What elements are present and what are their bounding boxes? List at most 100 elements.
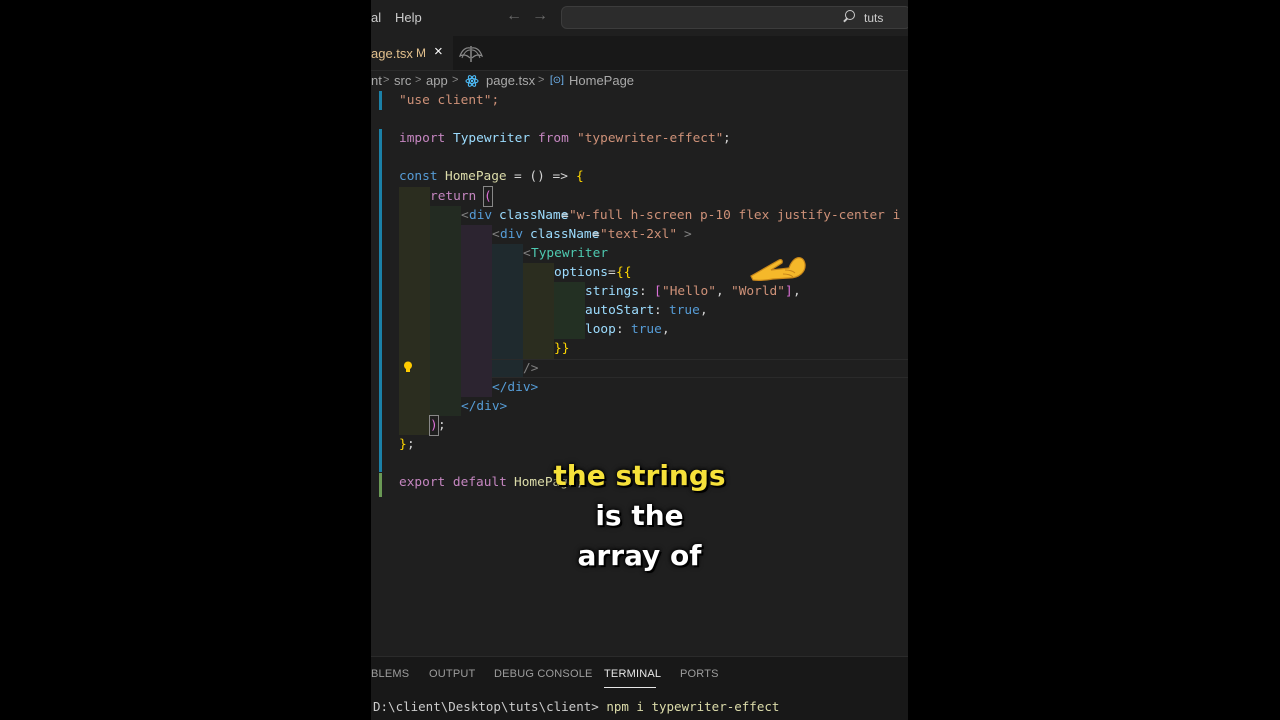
react-icon [465,75,479,87]
code-line: < div className = "w-full h-screen p-10 … [371,206,900,225]
modified-indicator: M [416,46,426,60]
breadcrumb-separator: > [538,74,545,86]
pointing-hand-icon [750,257,806,282]
code-token: "w-full h-screen p-10 flex justify-cente… [569,208,901,223]
terminal-output[interactable]: D:\client\Desktop\tuts\client> npm i typ… [373,699,779,714]
breadcrumb-item-src[interactable]: src [394,73,411,88]
search-text: tuts [864,11,884,25]
code-token: ; [438,418,446,433]
code-token: true [669,303,700,318]
code-line: import Typewriter from "typewriter-effec… [371,129,731,148]
code-token: {{ [616,265,632,280]
wings-icon [458,46,484,62]
code-token: = [592,227,600,242]
menu-help[interactable]: Help [395,10,422,25]
forward-arrow-icon[interactable]: → [532,7,548,25]
code-token: ( [483,186,493,207]
terminal-prompt: D:\client\Desktop\tuts\client> [373,699,599,714]
back-arrow-icon[interactable]: ← [506,7,522,25]
code-token: { [576,169,584,184]
tab-output[interactable]: OUTPUT [429,668,475,680]
code-token: className [530,227,600,242]
code-line: strings : [ "Hello" , "World" ] , [371,282,801,301]
close-icon[interactable]: × [434,43,443,60]
code-token: className [499,208,569,223]
code-line: const HomePage = () => { [371,167,584,186]
search-icon [845,10,855,20]
code-token: strings [585,284,639,299]
symbol-icon: [⊙] [550,75,564,86]
breadcrumb-separator: > [452,74,459,86]
current-line-highlight [491,359,908,378]
caption-line-highlight: the strings [553,459,726,492]
code-token: < [492,227,500,242]
code-token: ; [407,437,415,452]
code-token: : [616,322,624,337]
code-line: </div> [371,378,538,397]
code-token: < [523,246,531,261]
menu-terminal[interactable]: al [371,10,381,25]
code-line: "use client"; [371,91,499,110]
breadcrumb: nt > src > app > page.tsx > [⊙] HomePage [371,73,908,91]
code-token: = [561,208,569,223]
breadcrumb-item-root[interactable]: nt [371,73,382,88]
code-token: "text-2xl" [600,227,678,242]
code-line: autoStart : true , [371,301,708,320]
code-line: < div className = "text-2xl" > [371,225,692,244]
breadcrumb-item-symbol[interactable]: HomePage [569,73,634,88]
code-token: from [538,131,569,146]
code-token: = [608,265,616,280]
code-token: const [399,169,438,184]
bottom-panel: BLEMS OUTPUT DEBUG CONSOLE TERMINAL PORT… [371,656,908,720]
tab-problems[interactable]: BLEMS [371,668,409,680]
code-token: }} [554,341,570,356]
code-token: : [639,284,647,299]
tab-terminal[interactable]: TERMINAL [604,668,661,680]
code-token: ; [723,131,731,146]
command-center-search[interactable]: tuts [561,6,908,29]
code-token: , [716,284,724,299]
code-token: autoStart [585,303,655,318]
tab-page-tsx[interactable]: age.tsx M × [371,36,453,70]
code-token: loop [585,322,616,337]
code-token: options [554,265,608,280]
code-line: return ( [371,186,493,207]
breadcrumb-separator: > [415,74,422,86]
breadcrumb-item-app[interactable]: app [426,73,448,88]
code-token: return [430,189,477,204]
code-token: "typewriter-effect" [577,131,724,146]
code-token: = () => [514,169,568,184]
tab-debug-console[interactable]: DEBUG CONSOLE [494,668,593,680]
breadcrumb-separator: > [383,74,390,86]
code-line: ) ; [371,415,446,436]
title-bar: al Help ← → tuts [371,0,908,36]
video-caption: the strings is the array of [371,456,908,576]
indent-guide [554,282,585,339]
indent-guide [430,206,461,416]
tab-ports[interactable]: PORTS [680,668,719,680]
code-token: div [469,208,493,223]
code-token: , [662,322,670,337]
caption-line: is the [595,499,684,532]
code-token: /> [523,361,539,376]
code-token: ) [429,415,439,436]
code-line: < Typewriter [371,244,608,263]
code-token: > [684,227,692,242]
breadcrumb-item-file[interactable]: page.tsx [486,73,535,88]
code-token: </div> [461,399,508,414]
code-token: div [500,227,524,242]
code-token: "World" [731,284,785,299]
code-token: , [793,284,801,299]
code-line: /> [371,359,538,378]
code-token: : [654,303,662,318]
code-line: </div> [371,397,507,416]
code-token: "use client"; [399,93,500,108]
indent-guide [492,244,523,378]
code-token: HomePage [445,169,507,184]
tab-label: age.tsx [371,46,413,61]
code-line: loop : true , [371,320,670,339]
code-line: } ; [371,435,417,454]
code-token: Typewriter [531,246,609,261]
code-token: < [461,208,469,223]
editor-tab-bar: age.tsx M × [371,36,908,71]
